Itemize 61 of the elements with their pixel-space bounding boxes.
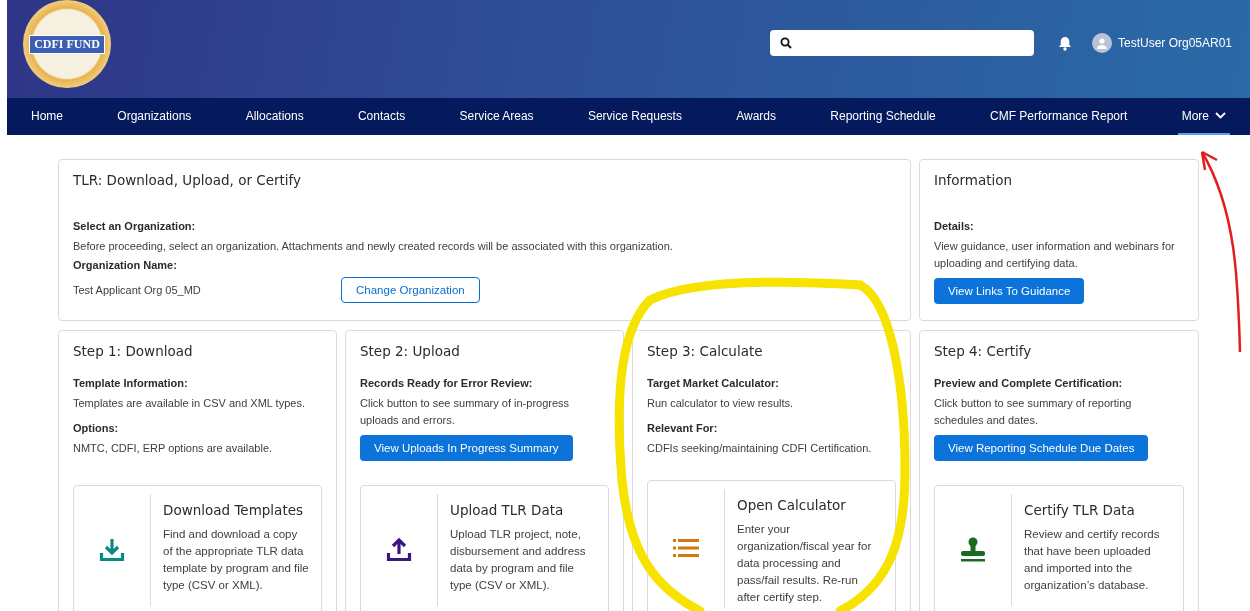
- description-text: Run calculator to view results.: [647, 396, 795, 411]
- action-tile[interactable]: Certify TLR Data Review and certify records that have been uploaded and imported into the organization’s database.: [934, 485, 1184, 611]
- field-label: Target Market Calculator:: [647, 377, 780, 389]
- field-label: Organization Name:: [73, 259, 178, 271]
- description-text: Before proceeding, select an organization. Attachments and newly created records will be associated with this organization.: [73, 239, 674, 254]
- field-label: Records Ready for Error Review:: [360, 377, 534, 389]
- description-text: NMTC, CDFI, ERP options are available.: [73, 441, 274, 456]
- field-label: Preview and Complete Certification:: [934, 377, 1124, 389]
- tile-title: Open Calculator: [737, 496, 847, 513]
- notification-bell-icon[interactable]: [1057, 35, 1072, 51]
- description-text: CDFIs seeking/maintaining CDFI Certification.: [647, 441, 873, 456]
- nav-tab[interactable]: CMF Performance Report: [986, 98, 1132, 135]
- nav-tab[interactable]: Reporting Schedule: [826, 98, 940, 135]
- action-tile[interactable]: Download Templates Find and download a copy of the appropriate TLR data template by program and file type (CSV or XML).: [73, 485, 322, 611]
- field-label: Details:: [934, 220, 975, 232]
- list-icon: [673, 538, 699, 559]
- field-label: Template Information:: [73, 377, 189, 389]
- field-label: Relevant For:: [647, 422, 719, 434]
- description-text: Click button to see summary of in-progress uploads and errors.: [360, 396, 571, 428]
- download-icon: [99, 537, 125, 563]
- card-title: Step 1: Download: [73, 343, 194, 359]
- user-name[interactable]: TestUser Org05AR01: [1117, 36, 1232, 50]
- tile-description: Enter your organization/fiscal year for data processing and pass/fail results. Re-run after certify step.: [737, 521, 873, 605]
- view-links-button[interactable]: View Links To Guidance: [934, 278, 1085, 304]
- search-icon: [779, 37, 792, 49]
- tile-description: Review and certify records that have been uploaded and imported into the organization’s database.: [1024, 527, 1161, 593]
- action-tile[interactable]: Open Calculator Enter your organization/fiscal year for data processing and pass/fail results. Re-run after certify step.: [647, 479, 896, 611]
- nav-tab[interactable]: Allocations: [241, 98, 308, 135]
- action-button[interactable]: View Uploads In Progress Summary: [360, 435, 573, 461]
- change-organization-button[interactable]: Change Organization: [341, 277, 480, 303]
- search-field[interactable]: [769, 30, 1034, 56]
- description-text: Click button to see summary of reporting schedules and dates.: [934, 396, 1133, 428]
- field-label: Select an Organization:: [73, 220, 197, 232]
- stamp-icon: [960, 537, 986, 563]
- card-title: Step 3: Calculate: [647, 343, 764, 359]
- tile-title: Certify TLR Data: [1024, 502, 1136, 518]
- logo-text: CDFI FUND: [29, 34, 105, 54]
- nav-tab[interactable]: More: [1177, 98, 1230, 135]
- nav-tab[interactable]: Service Areas: [455, 98, 538, 135]
- card-title: Step 4: Certify: [934, 343, 1033, 359]
- chevron-down-icon: [1215, 112, 1226, 119]
- field-label: Options:: [73, 422, 120, 434]
- card-title: Information: [934, 172, 1014, 188]
- tile-description: Upload TLR project, note, disbursement and address data by program and file type (CSV or XML).: [450, 527, 587, 593]
- action-button[interactable]: View Reporting Schedule Due Dates: [934, 435, 1149, 461]
- tile-description: Find and download a copy of the appropriate TLR data template by program and file type (CSV or XML).: [163, 527, 309, 593]
- upload-icon: [386, 537, 412, 563]
- card-title: Step 2: Upload: [360, 343, 461, 359]
- tile-title: Download Templates: [163, 502, 305, 518]
- nav-tab[interactable]: Organizations: [113, 98, 196, 135]
- description-text: View guidance, user information and webinars for uploading and certifying data.: [934, 239, 1176, 271]
- description-text: Templates are available in CSV and XML types.: [73, 396, 306, 411]
- action-tile[interactable]: Upload TLR Data Upload TLR project, note, disbursement and address data by program and file type (CSV or XML).: [360, 485, 609, 611]
- card-title: TLR: Download, Upload, or Certify: [73, 172, 303, 188]
- nav-tab[interactable]: Service Requests: [583, 98, 686, 135]
- nav-tab[interactable]: Home: [27, 98, 67, 135]
- nav-tab[interactable]: Awards: [732, 98, 781, 135]
- nav-tab[interactable]: Contacts: [353, 98, 410, 135]
- tile-title: Upload TLR Data: [450, 502, 565, 518]
- avatar-icon[interactable]: [1091, 33, 1112, 53]
- organization-name: Test Applicant Org 05_MD: [73, 282, 202, 298]
